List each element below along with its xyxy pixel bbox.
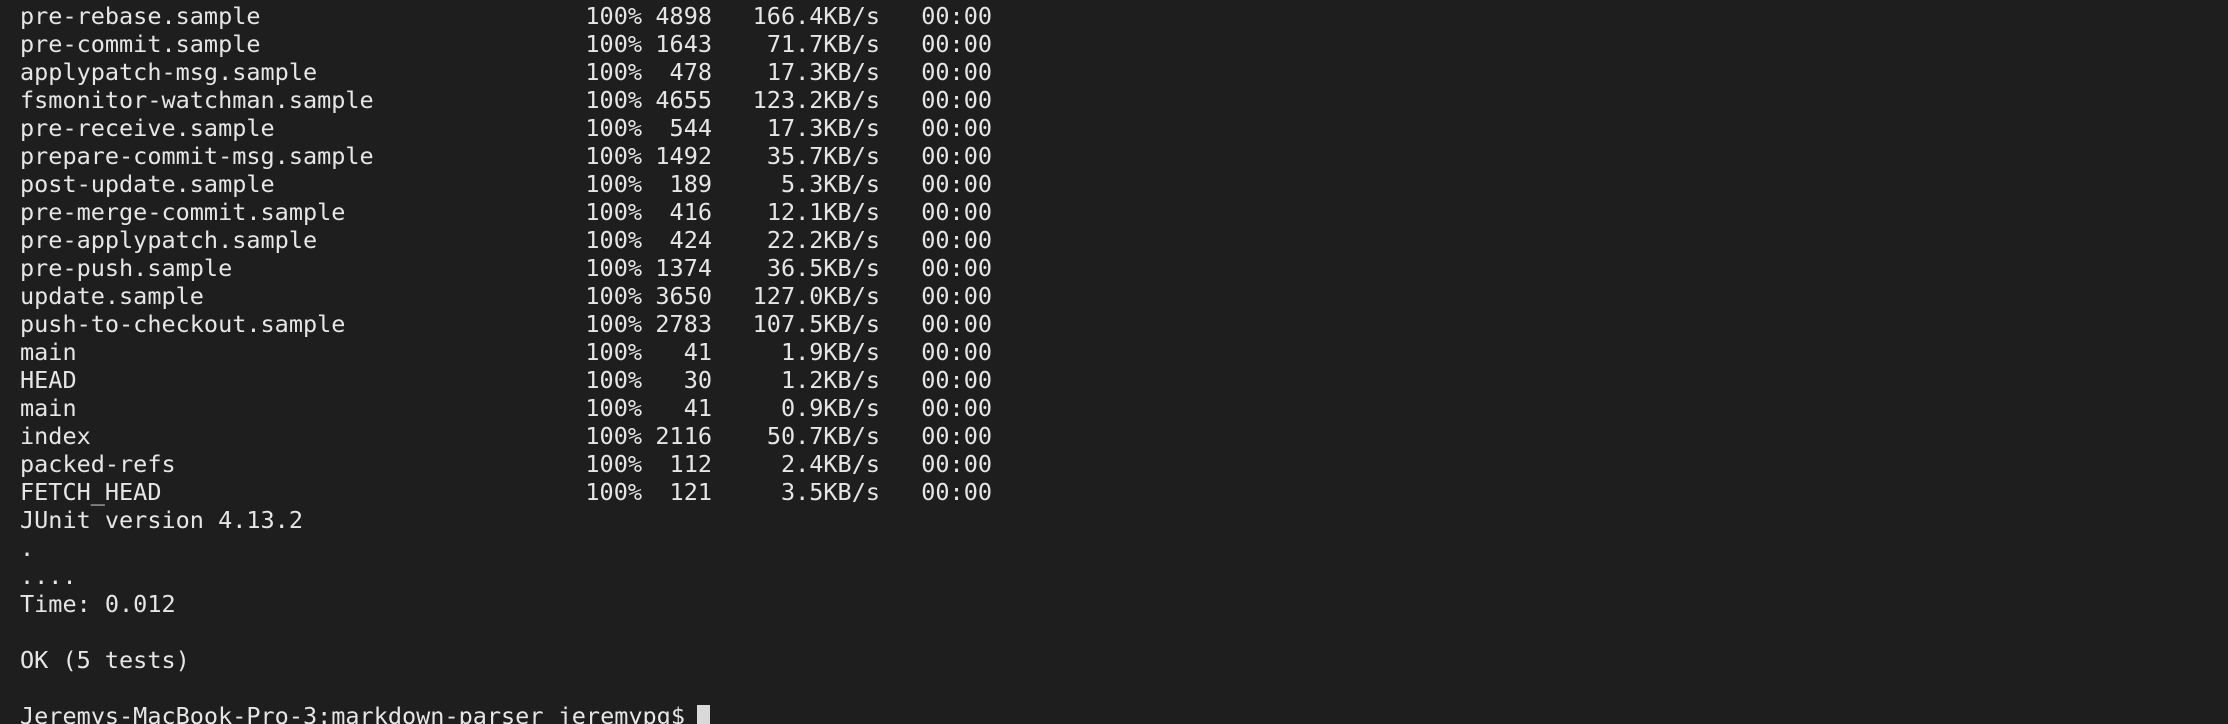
file-size: 2783 (655, 310, 712, 338)
transfer-percent: 100% (585, 198, 642, 226)
transfer-time: 00:00 (921, 30, 992, 58)
shell-prompt: Jeremys-MacBook-Pro-3:markdown-parser je… (20, 702, 685, 724)
file-size: 112 (669, 450, 712, 478)
file-name: packed-refs (20, 450, 176, 478)
transfer-time: 00:00 (921, 142, 992, 170)
transfer-percent: 100% (585, 450, 642, 478)
transfer-rate: 107.5KB/s (752, 310, 880, 338)
file-size: 1643 (655, 30, 712, 58)
transfer-rate: 22.2KB/s (766, 226, 880, 254)
transfer-time: 00:00 (921, 450, 992, 478)
transfer-percent: 100% (585, 86, 642, 114)
transfer-time: 00:00 (921, 226, 992, 254)
file-size: 544 (669, 114, 712, 142)
transfer-time: 00:00 (921, 310, 992, 338)
transfer-percent: 100% (585, 226, 642, 254)
file-size: 4898 (655, 2, 712, 30)
test-progress-dot-line: . (20, 534, 35, 562)
shell-prompt-line[interactable]: Jeremys-MacBook-Pro-3:markdown-parser je… (20, 702, 710, 724)
transfer-percent: 100% (585, 478, 642, 506)
transfer-rate: 12.1KB/s (766, 198, 880, 226)
file-name: prepare-commit-msg.sample (20, 142, 374, 170)
file-size: 416 (669, 198, 712, 226)
file-size: 41 (683, 338, 712, 366)
file-name: post-update.sample (20, 170, 275, 198)
transfer-rate: 2.4KB/s (780, 450, 880, 478)
file-name: pre-applypatch.sample (20, 226, 318, 254)
file-size: 1492 (655, 142, 712, 170)
file-size: 189 (669, 170, 712, 198)
transfer-time: 00:00 (921, 394, 992, 422)
file-name: fsmonitor-watchman.sample (20, 86, 374, 114)
transfer-percent: 100% (585, 254, 642, 282)
transfer-rate: 17.3KB/s (766, 114, 880, 142)
file-size: 2116 (655, 422, 712, 450)
transfer-time: 00:00 (921, 422, 992, 450)
transfer-time: 00:00 (921, 2, 992, 30)
transfer-time: 00:00 (921, 366, 992, 394)
terminal-window[interactable]: pre-rebase.sample 100% 4898 166.4KB/s 00:00 p… (20, 0, 2210, 724)
file-name: pre-commit.sample (20, 30, 261, 58)
file-size: 4655 (655, 86, 712, 114)
file-name: update.sample (20, 282, 204, 310)
file-name: main (20, 338, 77, 366)
transfer-rate: 1.2KB/s (780, 366, 880, 394)
transfer-rate: 71.7KB/s (766, 30, 880, 58)
file-name: HEAD (20, 366, 77, 394)
transfer-rate: 0.9KB/s (780, 394, 880, 422)
transfer-time: 00:00 (921, 282, 992, 310)
file-name: pre-merge-commit.sample (20, 198, 346, 226)
transfer-time: 00:00 (921, 338, 992, 366)
transfer-percent: 100% (585, 2, 642, 30)
test-result-line: OK (5 tests) (20, 646, 190, 674)
transfer-percent: 100% (585, 170, 642, 198)
transfer-rate: 35.7KB/s (766, 142, 880, 170)
file-size: 41 (683, 394, 712, 422)
file-name: applypatch-msg.sample (20, 58, 318, 86)
transfer-percent: 100% (585, 422, 642, 450)
transfer-time: 00:00 (921, 58, 992, 86)
transfer-rate: 17.3KB/s (766, 58, 880, 86)
transfer-percent: 100% (585, 338, 642, 366)
transfer-percent: 100% (585, 114, 642, 142)
transfer-time: 00:00 (921, 478, 992, 506)
file-name: index (20, 422, 91, 450)
test-time-line: Time: 0.012 (20, 590, 176, 618)
file-name: FETCH_HEAD (20, 478, 162, 506)
transfer-time: 00:00 (921, 170, 992, 198)
transfer-rate: 5.3KB/s (780, 170, 880, 198)
file-size: 424 (669, 226, 712, 254)
file-size: 3650 (655, 282, 712, 310)
file-size: 478 (669, 58, 712, 86)
transfer-time: 00:00 (921, 198, 992, 226)
transfer-rate: 50.7KB/s (766, 422, 880, 450)
transfer-rate: 127.0KB/s (752, 282, 880, 310)
transfer-time: 00:00 (921, 114, 992, 142)
transfer-percent: 100% (585, 30, 642, 58)
transfer-time: 00:00 (921, 86, 992, 114)
file-size: 1374 (655, 254, 712, 282)
file-name: pre-receive.sample (20, 114, 275, 142)
transfer-percent: 100% (585, 366, 642, 394)
test-progress-dots-line: .... (20, 562, 77, 590)
transfer-rate: 123.2KB/s (752, 86, 880, 114)
transfer-time: 00:00 (921, 254, 992, 282)
file-name: push-to-checkout.sample (20, 310, 346, 338)
transfer-percent: 100% (585, 142, 642, 170)
transfer-percent: 100% (585, 394, 642, 422)
transfer-percent: 100% (585, 58, 642, 86)
transfer-rate: 3.5KB/s (780, 478, 880, 506)
file-size: 121 (669, 478, 712, 506)
transfer-rate: 166.4KB/s (752, 2, 880, 30)
file-name: main (20, 394, 77, 422)
file-size: 30 (683, 366, 712, 394)
file-name: pre-rebase.sample (20, 2, 261, 30)
transfer-percent: 100% (585, 310, 642, 338)
transfer-rate: 1.9KB/s (780, 338, 880, 366)
transfer-rate: 36.5KB/s (766, 254, 880, 282)
transfer-percent: 100% (585, 282, 642, 310)
file-name: pre-push.sample (20, 254, 233, 282)
junit-version-line: JUnit version 4.13.2 (20, 506, 303, 534)
text-cursor (696, 705, 710, 724)
